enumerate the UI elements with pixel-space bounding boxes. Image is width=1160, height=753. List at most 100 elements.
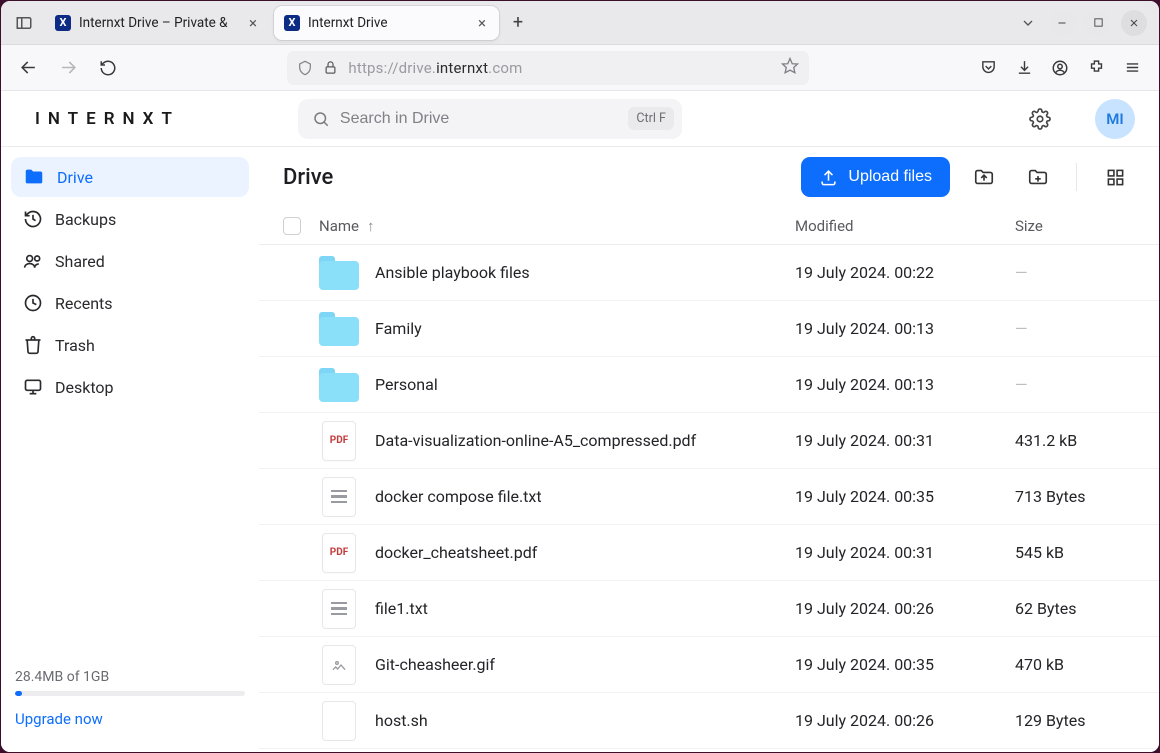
column-size-header[interactable]: Size: [1015, 217, 1135, 235]
file-name: host.sh: [375, 711, 795, 730]
file-modified: 19 July 2024. 00:31: [795, 431, 1015, 450]
column-name-header[interactable]: Name ↑: [319, 217, 795, 235]
text-file-icon: [322, 477, 356, 517]
lock-icon: [323, 60, 338, 75]
table-row[interactable]: host.sh19 July 2024. 00:26129 Bytes: [259, 693, 1159, 749]
table-row[interactable]: Git-cheasheer.gif19 July 2024. 00:35470 …: [259, 637, 1159, 693]
tab-strip: X Internxt Drive – Private & × X Internx…: [1, 1, 1159, 45]
search-icon: [312, 110, 330, 128]
sidebar-label: Shared: [55, 252, 105, 271]
page-title: Drive: [283, 165, 333, 190]
sort-asc-icon: ↑: [367, 217, 375, 235]
file-size: 713 Bytes: [1015, 487, 1135, 506]
file-name: docker_cheatsheet.pdf: [375, 543, 795, 562]
sidebar-label: Desktop: [55, 378, 114, 397]
file-modified: 19 July 2024. 00:31: [795, 543, 1015, 562]
file-modified: 19 July 2024. 00:22: [795, 263, 1015, 282]
window-minimize-button[interactable]: [1049, 10, 1075, 36]
table-row[interactable]: PDF Data-visualization-online-A5_compress…: [259, 413, 1159, 469]
sidebar-item-backups[interactable]: Backups: [11, 199, 249, 239]
close-tab-button[interactable]: ×: [473, 14, 491, 32]
file-modified: 19 July 2024. 00:35: [795, 655, 1015, 674]
settings-button[interactable]: [1023, 102, 1057, 136]
browser-window: X Internxt Drive – Private & × X Internx…: [0, 0, 1160, 753]
main-header: Drive Upload files: [259, 147, 1159, 207]
tabs-list-button[interactable]: [1011, 8, 1045, 38]
tab-title: Internxt Drive: [308, 15, 465, 31]
address-bar[interactable]: https://drive.internxt.com: [287, 51, 808, 85]
file-size: —: [1015, 375, 1135, 394]
storage-usage-bar: [15, 691, 245, 696]
search-input[interactable]: [340, 110, 618, 128]
upgrade-link[interactable]: Upgrade now: [15, 710, 103, 728]
close-tab-button[interactable]: ×: [244, 14, 262, 32]
users-icon: [23, 251, 43, 271]
storage-usage-text: 28.4MB of 1GB: [15, 669, 245, 685]
table-row[interactable]: file1.txt19 July 2024. 00:2662 Bytes: [259, 581, 1159, 637]
select-all-checkbox[interactable]: [283, 217, 301, 235]
sidebar: Drive Backups Shared Recents: [1, 147, 259, 752]
sidebar-item-trash[interactable]: Trash: [11, 325, 249, 365]
back-button[interactable]: [11, 51, 45, 85]
file-modified: 19 July 2024. 00:26: [795, 711, 1015, 730]
folder-icon: [23, 166, 45, 188]
upload-files-button[interactable]: Upload files: [801, 157, 950, 197]
recent-browsing-button[interactable]: [7, 8, 41, 38]
brand-logo: INTERNXT: [35, 109, 180, 129]
pdf-file-icon: PDF: [322, 533, 356, 573]
favicon-icon: X: [55, 15, 71, 31]
extensions-button[interactable]: [1079, 51, 1113, 85]
window-close-button[interactable]: [1121, 10, 1147, 36]
view-grid-button[interactable]: [1095, 157, 1135, 197]
new-tab-button[interactable]: +: [503, 8, 533, 38]
file-name: file1.txt: [375, 599, 795, 618]
folder-icon: [319, 256, 359, 290]
file-name: Data-visualization-online-A5_compressed.…: [375, 431, 795, 450]
table-row[interactable]: Family19 July 2024. 00:13—: [259, 301, 1159, 357]
sidebar-label: Drive: [57, 168, 93, 187]
sidebar-item-shared[interactable]: Shared: [11, 241, 249, 281]
bookmark-star-icon[interactable]: [781, 57, 799, 79]
file-name: docker compose file.txt: [375, 487, 795, 506]
window-controls: [1049, 10, 1153, 36]
file-name: Family: [375, 319, 795, 338]
new-folder-button[interactable]: [1018, 157, 1058, 197]
file-modified: 19 July 2024. 00:13: [795, 375, 1015, 394]
main-content: Drive Upload files: [259, 147, 1159, 752]
reload-button[interactable]: [91, 51, 125, 85]
table-row[interactable]: Personal19 July 2024. 00:13—: [259, 357, 1159, 413]
sidebar-item-desktop[interactable]: Desktop: [11, 367, 249, 407]
column-modified-header[interactable]: Modified: [795, 217, 1015, 235]
file-size: 62 Bytes: [1015, 599, 1135, 618]
sidebar-item-recents[interactable]: Recents: [11, 283, 249, 323]
save-to-pocket-button[interactable]: [971, 51, 1005, 85]
file-size: 470 kB: [1015, 655, 1135, 674]
table-row[interactable]: Ansible playbook files19 July 2024. 00:2…: [259, 245, 1159, 301]
clock-rewind-icon: [23, 209, 43, 229]
forward-button[interactable]: [51, 51, 85, 85]
search-shortcut-badge: Ctrl F: [628, 107, 674, 130]
app-menu-button[interactable]: [1115, 51, 1149, 85]
sidebar-item-drive[interactable]: Drive: [11, 157, 249, 197]
pdf-file-icon: PDF: [322, 421, 356, 461]
file-modified: 19 July 2024. 00:26: [795, 599, 1015, 618]
table-row[interactable]: docker compose file.txt19 July 2024. 00:…: [259, 469, 1159, 525]
downloads-button[interactable]: [1007, 51, 1041, 85]
window-maximize-button[interactable]: [1085, 10, 1111, 36]
user-avatar[interactable]: MI: [1095, 99, 1135, 139]
table-row[interactable]: PDF docker_cheatsheet.pdf19 July 2024. 00…: [259, 525, 1159, 581]
upload-folder-button[interactable]: [964, 157, 1004, 197]
search-box[interactable]: Ctrl F: [298, 99, 682, 139]
browser-tab-1[interactable]: X Internxt Drive ×: [274, 6, 499, 40]
browser-tab-0[interactable]: X Internxt Drive – Private & ×: [45, 6, 270, 40]
file-name: Git-cheasheer.gif: [375, 655, 795, 674]
file-modified: 19 July 2024. 00:35: [795, 487, 1015, 506]
generic-file-icon: [322, 701, 356, 741]
file-size: 431.2 kB: [1015, 431, 1135, 450]
file-modified: 19 July 2024. 00:13: [795, 319, 1015, 338]
file-size: —: [1015, 319, 1135, 338]
clock-icon: [23, 293, 43, 313]
favicon-icon: X: [284, 15, 300, 31]
account-button[interactable]: [1043, 51, 1077, 85]
file-name: Personal: [375, 375, 795, 394]
